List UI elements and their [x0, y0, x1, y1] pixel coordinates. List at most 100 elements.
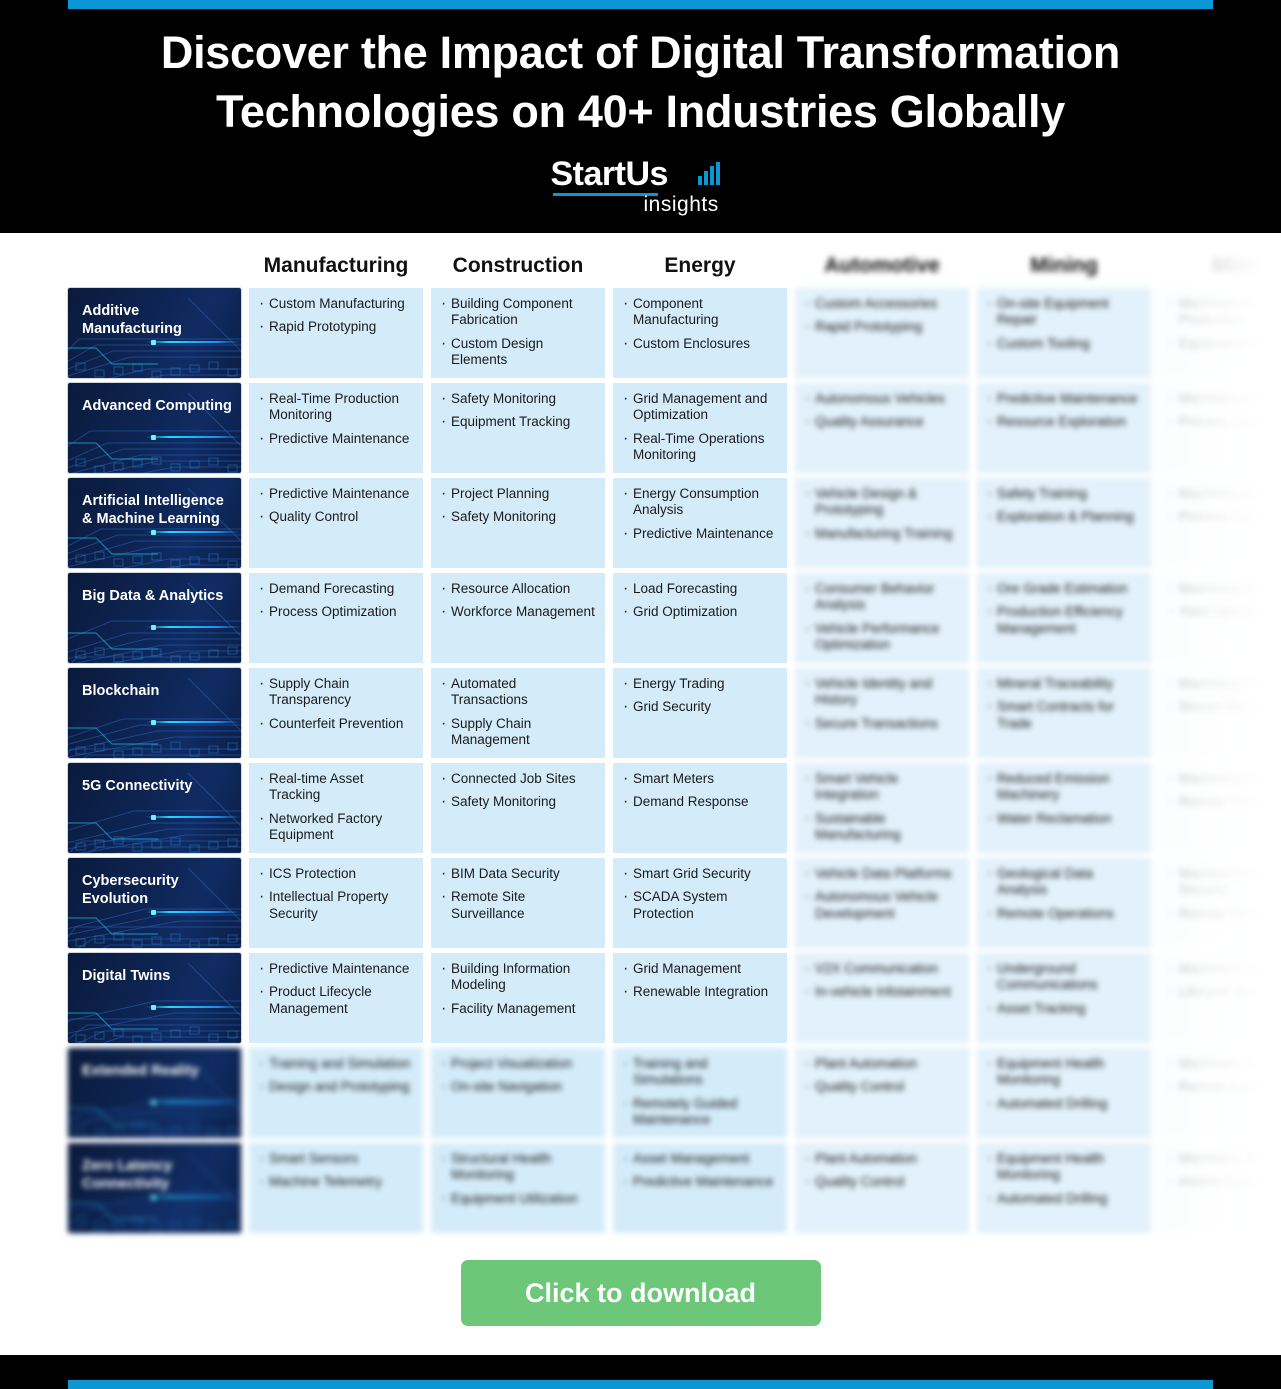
tile-light-dot — [151, 1099, 157, 1105]
use-case-item: Water Reclamation — [986, 810, 1142, 828]
technology-label: 5G Connectivity — [82, 778, 193, 794]
tile-light-dot — [151, 339, 157, 345]
use-case-item: Smart Meters — [622, 770, 778, 788]
matrix-row: Cybersecurity Evolution ICS Protection Int… — [68, 858, 1281, 948]
use-case-item: On-site Navigation — [440, 1078, 596, 1096]
use-case-item: Underground Communications — [986, 960, 1142, 994]
matrix-cell: On-site Equipment Repair Custom Tooling — [977, 288, 1151, 378]
matrix-cell: Load Forecasting Grid Optimization — [613, 573, 787, 663]
matrix-cell: Energy Trading Grid Security — [613, 668, 787, 758]
use-case-item: Machinery Training — [1168, 1055, 1281, 1073]
matrix-cell: Machinery Parts Production Equipment Repa… — [1159, 288, 1281, 378]
matrix-cell: Smart Sensors Machine Telemetry — [249, 1143, 423, 1233]
column-header-4: Automotive — [824, 253, 940, 277]
tile-light-streak — [145, 1006, 241, 1009]
matrix-cell: Custom Accessories Rapid Prototyping — [795, 288, 969, 378]
matrix-cell: Machinery Diagnostics Process Control — [1159, 478, 1281, 568]
technology-tile-3[interactable]: Artificial Intelligence & Machine Learni… — [68, 478, 241, 568]
use-case-item: Vehicle Data Platforms — [804, 865, 960, 883]
use-case-item: Rapid Prototyping — [804, 318, 960, 336]
matrix-cell: Plant Automation Quality Control — [795, 1048, 969, 1138]
matrix-cell: Smart Meters Demand Response — [613, 763, 787, 853]
use-case-item: Safety Monitoring — [440, 793, 596, 811]
matrix-cell: Autonomous Vehicles Quality Assurance — [795, 383, 969, 473]
technology-tile-6[interactable]: 5G Connectivity — [68, 763, 241, 853]
matrix-row: Digital Twins Predictive Maintenance Produ… — [68, 953, 1281, 1043]
matrix-cell: Building Component Fabrication Custom Des… — [431, 288, 605, 378]
use-case-item: Quality Control — [258, 508, 414, 526]
matrix-row: Additive Manufacturing Custom Manufacturi… — [68, 288, 1281, 378]
matrix-cell: Machinery Simulation Lifecycle Modeling — [1159, 953, 1281, 1043]
matrix-row: 5G Connectivity Real-time Asset Tracking N… — [68, 763, 1281, 853]
use-case-item: Process Control — [1168, 508, 1281, 526]
use-case-item: Demand Forecasting — [258, 580, 414, 598]
tile-light-streak — [145, 721, 241, 724]
matrix-cell: Real-time Asset Tracking Networked Factor… — [249, 763, 423, 853]
matrix-cell: Smart Grid Security SCADA System Protecti… — [613, 858, 787, 948]
logo-wordmark: StartUs — [550, 155, 669, 193]
industry-technology-matrix: Manufacturing Construction Energy Automotiv… — [68, 243, 1281, 1238]
technology-label: Big Data & Analytics — [82, 588, 224, 604]
matrix-cell: Project Visualization On-site Navigation — [431, 1048, 605, 1138]
use-case-item: Custom Manufacturing — [258, 295, 414, 313]
matrix-cell: Machinery Analytics Yield Optimization — [1159, 573, 1281, 663]
matrix-cell: Predictive Maintenance Resource Explorati… — [977, 383, 1151, 473]
use-case-item: On-site Equipment Repair — [986, 295, 1142, 329]
use-case-item: Autonomous Vehicle Development — [804, 888, 960, 922]
column-header-2: Construction — [452, 253, 584, 277]
click-to-download-button[interactable]: Click to download — [460, 1260, 821, 1326]
use-case-item: Remote Control — [1168, 793, 1281, 811]
tile-light-streak — [145, 1196, 241, 1199]
use-case-item: Equipment Tracking — [440, 413, 596, 431]
matrix-cell: Underground Communications Asset Tracking — [977, 953, 1151, 1043]
bar-chart-icon — [697, 162, 720, 185]
column-header-5: Mining — [1030, 253, 1098, 277]
use-case-item: Machinery Connectivity — [1168, 770, 1281, 788]
technology-label: Artificial Intelligence & Machine Learni… — [82, 493, 224, 528]
use-case-item: Instant Control — [1168, 1173, 1281, 1191]
use-case-item: Safety Monitoring — [440, 508, 596, 526]
matrix-cell: Predictive Maintenance Quality Control — [249, 478, 423, 568]
use-case-item: Plant Automation — [804, 1150, 960, 1168]
use-case-item: Predictive Maintenance — [258, 485, 414, 503]
technology-tile-5[interactable]: Blockchain — [68, 668, 241, 758]
matrix-cell: Asset Management Predictive Maintenance — [613, 1143, 787, 1233]
use-case-item: Networked Factory Equipment — [258, 810, 414, 844]
tile-light-dot — [151, 814, 157, 820]
use-case-item: Asset Management — [622, 1150, 778, 1168]
use-case-item: Remote Assistance — [1168, 1078, 1281, 1096]
technology-tile-10[interactable]: Zero Latency Connectivity — [68, 1143, 241, 1233]
use-case-item: Building Component Fabrication — [440, 295, 596, 329]
page-title: Discover the Impact of Digital Transform… — [0, 24, 1281, 141]
tile-light-dot — [151, 1004, 157, 1010]
matrix-header-row: Manufacturing Construction Energy Automotiv… — [68, 243, 1280, 288]
technology-tile-2[interactable]: Advanced Computing — [68, 383, 241, 473]
tile-light-dot — [151, 529, 157, 535]
matrix-cell: Ore Grade Estimation Production Efficienc… — [977, 573, 1151, 663]
technology-tile-8[interactable]: Digital Twins — [68, 953, 241, 1043]
use-case-item: Equipment Health Monitoring — [986, 1150, 1142, 1184]
matrix-cell: Training and Simulation Design and Protot… — [249, 1048, 423, 1138]
technology-tile-7[interactable]: Cybersecurity Evolution — [68, 858, 241, 948]
matrix-cell: Equipment Health Monitoring Automated Dri… — [977, 1048, 1151, 1138]
use-case-item: Machinery Optimization — [1168, 390, 1281, 408]
matrix-cell: Demand Forecasting Process Optimization — [249, 573, 423, 663]
matrix-cell: Reduced Emission Machinery Water Reclamat… — [977, 763, 1151, 853]
technology-tile-1[interactable]: Additive Manufacturing — [68, 288, 241, 378]
use-case-item: Real-Time Production Monitoring — [258, 390, 414, 424]
use-case-item: Machine Telemetry — [258, 1173, 414, 1191]
technology-tile-9[interactable]: Extended Reality — [68, 1048, 241, 1138]
technology-tile-4[interactable]: Big Data & Analytics — [68, 573, 241, 663]
use-case-item: Custom Accessories — [804, 295, 960, 313]
use-case-item: Machinery Analytics — [1168, 580, 1281, 598]
tile-light-dot — [151, 624, 157, 630]
tile-light-dot — [151, 1194, 157, 1200]
use-case-item: Resource Allocation — [440, 580, 596, 598]
matrix-row: Blockchain Supply Chain Transparency Count… — [68, 668, 1281, 758]
use-case-item: Process Optimization — [258, 603, 414, 621]
use-case-item: Rapid Prototyping — [258, 318, 414, 336]
tile-light-dot — [151, 434, 157, 440]
use-case-item: Safety Training — [986, 485, 1142, 503]
header-accent-bar — [68, 0, 1213, 9]
use-case-item: Remote Site Surveillance — [440, 888, 596, 922]
